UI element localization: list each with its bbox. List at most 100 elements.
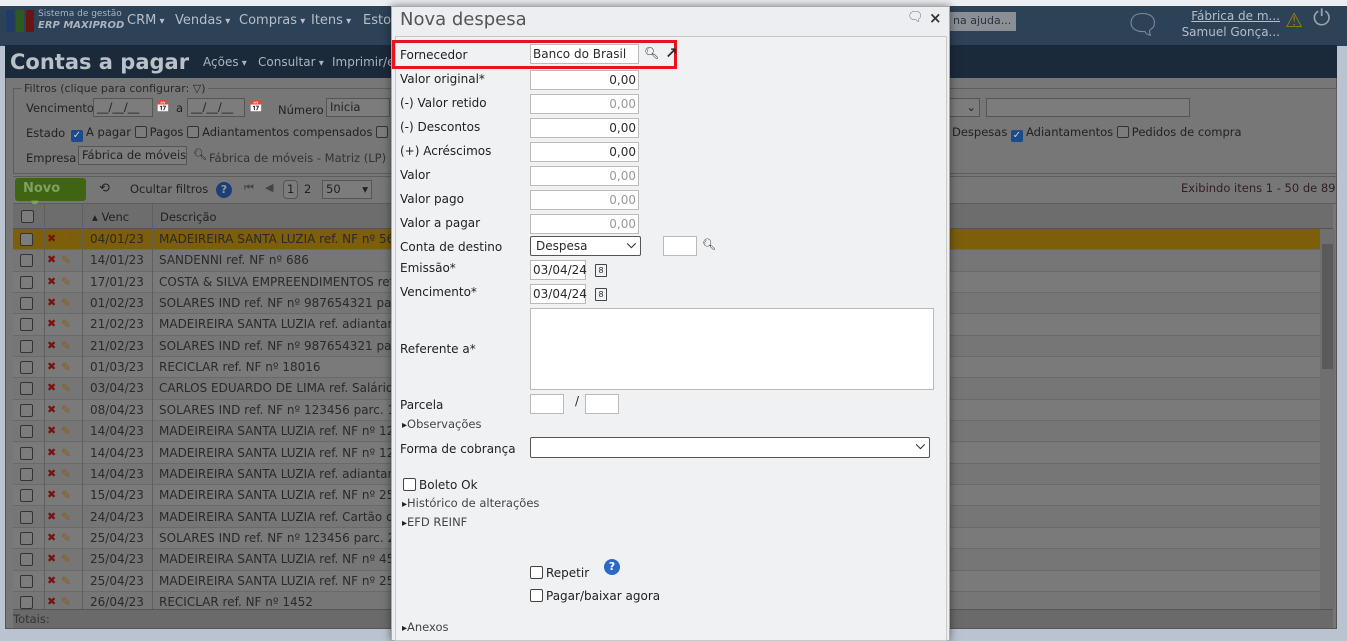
edit-icon[interactable]: ✎ <box>61 552 71 566</box>
menu-itens[interactable]: Itens <box>311 13 351 28</box>
parcela-total-input[interactable] <box>585 394 619 414</box>
delete-icon[interactable]: ✖ <box>47 510 56 523</box>
help-icon[interactable]: ? <box>216 182 232 198</box>
row-checkbox[interactable] <box>20 553 33 567</box>
valor-input[interactable]: 0,00 <box>530 166 639 186</box>
valor-input[interactable]: 0,00 <box>530 70 639 90</box>
column-venc[interactable]: ▴ Venc <box>92 210 129 224</box>
row-checkbox[interactable] <box>20 233 33 246</box>
row-checkbox[interactable] <box>20 297 33 311</box>
row-checkbox[interactable] <box>20 254 33 268</box>
delete-icon[interactable]: ✖ <box>47 381 56 394</box>
search-icon[interactable]: 🔍︎ <box>702 238 716 251</box>
row-checkbox[interactable] <box>20 574 33 588</box>
row-checkbox[interactable] <box>20 595 33 609</box>
row-checkbox[interactable] <box>20 382 33 396</box>
row-checkbox[interactable] <box>20 446 33 460</box>
delete-icon[interactable]: ✖ <box>47 275 56 288</box>
delete-icon[interactable]: ✖ <box>47 317 56 330</box>
user-name[interactable]: Samuel Gonça... <box>1182 25 1280 39</box>
delete-icon[interactable]: ✖ <box>47 424 56 437</box>
edit-icon[interactable]: ✎ <box>61 232 71 246</box>
valor-input[interactable]: 0,00 <box>530 214 639 234</box>
select-all-checkbox[interactable] <box>21 210 34 223</box>
row-checkbox[interactable] <box>20 425 33 439</box>
page-size-select[interactable]: 50 ▾ <box>322 180 372 199</box>
row-checkbox[interactable] <box>20 339 33 353</box>
forma-cobranca-select[interactable] <box>530 437 930 458</box>
repetir-checkbox[interactable]: Repetir <box>530 566 589 580</box>
delete-icon[interactable]: ✖ <box>47 403 56 416</box>
numero-mode-select[interactable]: Inicia com <box>326 98 390 117</box>
row-checkbox[interactable] <box>20 403 33 417</box>
row-checkbox[interactable] <box>20 361 33 375</box>
valor-input[interactable]: 0,00 <box>530 142 639 162</box>
efd-reinf-toggle[interactable]: EFD REINF <box>402 515 467 529</box>
checkbox-pedidos-compra[interactable]: Pedidos de compra <box>1116 125 1242 139</box>
delete-icon[interactable]: ✖ <box>47 531 56 544</box>
boleto-ok-checkbox[interactable]: Boleto Ok <box>403 478 478 492</box>
menu-consultar[interactable]: Consultar <box>258 55 324 69</box>
edit-icon[interactable]: ✎ <box>61 467 71 481</box>
delete-icon[interactable]: ✖ <box>47 595 56 608</box>
row-checkbox[interactable] <box>20 318 33 332</box>
row-checkbox[interactable] <box>20 275 33 289</box>
historico-toggle[interactable]: Histórico de alterações <box>402 496 539 510</box>
refresh-icon[interactable]: ⟲ <box>99 181 110 196</box>
calendar-icon[interactable]: 8 <box>595 264 607 277</box>
emissao-input[interactable]: 03/04/24 <box>530 260 587 280</box>
pagar-agora-checkbox[interactable]: Pagar/baixar agora <box>530 589 660 603</box>
referente-textarea[interactable] <box>530 308 934 390</box>
help-icon[interactable]: ? <box>604 559 620 575</box>
edit-icon[interactable]: ✎ <box>61 488 71 502</box>
edit-icon[interactable]: ✎ <box>61 531 71 545</box>
valor-input[interactable]: 0,00 <box>530 190 639 210</box>
observacoes-toggle[interactable]: Observações <box>402 417 481 431</box>
prev-page-icon[interactable]: ◀ <box>265 181 273 194</box>
anexos-toggle[interactable]: Anexos <box>402 620 449 634</box>
checkbox-a-pagar[interactable]: ✓ A pagar <box>71 125 131 142</box>
row-checkbox[interactable] <box>20 467 33 481</box>
column-descricao[interactable]: Descrição <box>160 210 217 224</box>
delete-icon[interactable]: ✖ <box>47 488 56 501</box>
filters-legend[interactable]: Filtros (clique para configurar: ▽) <box>22 82 208 95</box>
novo-button[interactable]: Novo ▼ <box>15 178 86 210</box>
valor-input[interactable]: 0,00 <box>530 94 639 114</box>
edit-icon[interactable]: ✎ <box>61 339 71 353</box>
checkbox-adiantamentos[interactable]: ✓ Adiantamentos <box>1010 125 1113 142</box>
delete-icon[interactable]: ✖ <box>47 232 56 245</box>
external-link-icon[interactable]: ↗ <box>665 44 678 62</box>
calendar-icon[interactable]: 📅 <box>249 100 263 113</box>
help-search-input[interactable]: na ajuda... <box>950 12 1016 31</box>
first-page-icon[interactable]: ⏮ <box>244 181 254 195</box>
checkbox-pagos[interactable]: Pagos <box>134 125 183 139</box>
row-checkbox[interactable] <box>20 489 33 503</box>
vencimento-from-input[interactable]: __/__/__ <box>93 98 153 117</box>
menu-crm[interactable]: CRM <box>127 13 165 28</box>
calendar-icon[interactable]: 8 <box>595 288 607 301</box>
delete-icon[interactable]: ✖ <box>47 467 56 480</box>
checkbox-adiantamentos-compensados[interactable]: Adiantamentos compensados <box>187 125 372 139</box>
row-checkbox[interactable] <box>20 510 33 524</box>
edit-icon[interactable]: ✎ <box>61 446 71 460</box>
edit-icon[interactable]: ✎ <box>61 296 71 310</box>
row-checkbox[interactable] <box>20 531 33 545</box>
delete-icon[interactable]: ✖ <box>47 574 56 587</box>
edit-icon[interactable]: ✎ <box>61 360 71 374</box>
delete-icon[interactable]: ✖ <box>47 552 56 565</box>
delete-icon[interactable]: ✖ <box>47 253 56 266</box>
edit-icon[interactable]: ✎ <box>61 317 71 331</box>
edit-icon[interactable]: ✎ <box>61 403 71 417</box>
edit-icon[interactable]: ✎ <box>61 275 71 289</box>
menu-acoes[interactable]: Ações <box>203 55 247 69</box>
page-1-button[interactable]: 1 <box>283 180 298 199</box>
delete-icon[interactable]: ✖ <box>47 446 56 459</box>
numero-input[interactable] <box>986 98 1190 117</box>
search-icon[interactable]: 🔍︎ <box>644 46 659 60</box>
vencimento-to-input[interactable]: __/__/__ <box>187 98 245 117</box>
delete-icon[interactable]: ✖ <box>47 360 56 373</box>
edit-icon[interactable]: ✎ <box>61 424 71 438</box>
delete-icon[interactable]: ✖ <box>47 339 56 352</box>
search-icon[interactable]: 🔍︎ <box>193 148 207 161</box>
select-chevron-icon[interactable]: ⌄ <box>945 98 980 117</box>
